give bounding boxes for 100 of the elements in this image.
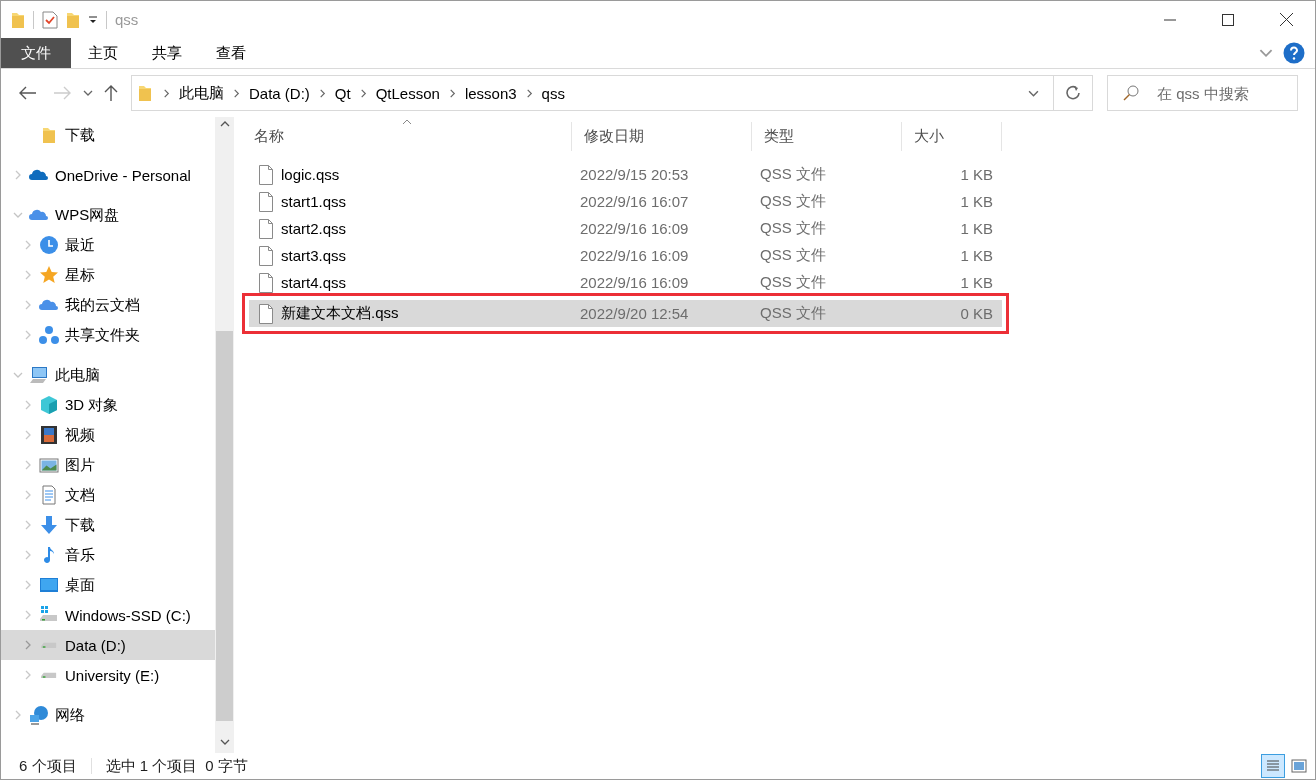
chevron-icon[interactable] <box>317 88 327 98</box>
expander-icon[interactable] <box>23 400 33 410</box>
network-icon <box>29 705 49 725</box>
sidebar-item[interactable]: 网络 <box>1 700 215 730</box>
expander-icon[interactable] <box>13 170 23 180</box>
file-size: 1 KB <box>959 166 994 183</box>
breadcrumb[interactable]: QtLesson <box>371 76 444 110</box>
picture-icon <box>39 455 59 475</box>
expander-icon[interactable] <box>23 640 33 650</box>
expander-icon[interactable] <box>23 550 33 560</box>
clock-icon <box>39 235 59 255</box>
sidebar-item[interactable]: 下载 <box>1 120 215 150</box>
file-menu-tab[interactable]: 文件 <box>1 38 71 68</box>
sidebar-item[interactable]: 星标 <box>1 260 215 290</box>
expander-icon[interactable] <box>23 460 33 470</box>
details-view-button[interactable] <box>1261 754 1285 778</box>
search-field[interactable]: 在 qss 中搜索 <box>1107 75 1298 111</box>
date-modified: 2022/9/16 16:09 <box>579 220 690 237</box>
breadcrumb[interactable]: qss <box>537 76 569 110</box>
film-icon <box>39 425 59 445</box>
expander-icon[interactable] <box>23 240 33 250</box>
expander-icon[interactable] <box>23 490 33 500</box>
sidebar-item[interactable]: WPS网盘 <box>1 200 215 230</box>
dropdown-icon[interactable] <box>88 15 98 24</box>
file-row[interactable]: 新建文本文档.qss 2022/9/20 12:54 QSS 文件 0 KB <box>249 300 1002 327</box>
folder-icon <box>138 84 152 102</box>
file-row[interactable]: logic.qss 2022/9/15 20:53 QSS 文件 1 KB <box>249 161 1002 188</box>
column-header[interactable]: 名称 <box>242 122 572 151</box>
expander-icon[interactable] <box>23 580 33 590</box>
new-folder-icon[interactable] <box>66 10 80 29</box>
column-header[interactable]: 修改日期 <box>572 122 752 151</box>
expander-icon[interactable] <box>23 610 33 620</box>
file-row[interactable]: start2.qss 2022/9/16 16:09 QSS 文件 1 KB <box>249 215 1002 242</box>
chevron-down-icon <box>83 90 93 96</box>
window-title: qss <box>115 11 139 28</box>
breadcrumb[interactable]: Qt <box>330 76 355 110</box>
breadcrumb[interactable]: Data (D:) <box>245 76 314 110</box>
close-icon <box>1279 13 1293 26</box>
sidebar-item[interactable]: University (E:) <box>1 660 215 690</box>
breadcrumb[interactable]: lesson3 <box>460 76 521 110</box>
item-count: 6 个项目 <box>19 756 77 776</box>
breadcrumb[interactable]: 此电脑 <box>175 76 228 110</box>
expander-icon[interactable] <box>23 520 33 530</box>
file-size: 1 KB <box>959 247 994 264</box>
sidebar-item[interactable]: 文档 <box>1 480 215 510</box>
help-icon[interactable] <box>1283 42 1305 64</box>
ribbon-tab[interactable]: 共享 <box>135 38 199 68</box>
selection-size: 0 字节 <box>205 756 248 776</box>
sidebar-item[interactable]: 下载 <box>1 510 215 540</box>
scroll-down-icon[interactable] <box>219 739 230 745</box>
file-icon <box>258 245 274 266</box>
file-type: QSS 文件 <box>759 246 827 265</box>
sidebar-item[interactable]: 音乐 <box>1 540 215 570</box>
sidebar-item[interactable]: OneDrive - Personal <box>1 160 215 190</box>
ribbon-tab[interactable]: 查看 <box>199 38 263 68</box>
sidebar-item[interactable]: Data (D:) <box>1 630 215 660</box>
sidebar-item[interactable]: 视频 <box>1 420 215 450</box>
properties-icon[interactable] <box>42 10 58 29</box>
file-icon <box>258 218 274 239</box>
sidebar-item[interactable]: 此电脑 <box>1 360 215 390</box>
file-icon <box>258 272 274 293</box>
chevron-icon[interactable] <box>447 88 457 98</box>
file-row[interactable]: start1.qss 2022/9/16 16:07 QSS 文件 1 KB <box>249 188 1002 215</box>
sidebar-item[interactable]: 最近 <box>1 230 215 260</box>
sidebar-item[interactable]: 图片 <box>1 450 215 480</box>
expander-icon[interactable] <box>23 670 33 680</box>
scrollbar[interactable] <box>215 117 234 753</box>
share-icon <box>39 325 59 345</box>
minimize-icon <box>1164 18 1176 21</box>
date-modified: 2022/9/16 16:09 <box>579 274 690 291</box>
sidebar-item[interactable]: 桌面 <box>1 570 215 600</box>
sidebar-item[interactable]: Windows-SSD (C:) <box>1 600 215 630</box>
expander-icon[interactable] <box>23 330 33 340</box>
file-row[interactable]: start4.qss 2022/9/16 16:09 QSS 文件 1 KB <box>249 269 1002 296</box>
thumbnail-icon <box>1291 759 1307 773</box>
expander-icon[interactable] <box>23 270 33 280</box>
expander-icon[interactable] <box>13 710 23 720</box>
expander-icon[interactable] <box>23 430 33 440</box>
ribbon-tab[interactable]: 主页 <box>71 38 135 68</box>
sidebar-item[interactable]: 3D 对象 <box>1 390 215 420</box>
file-type: QSS 文件 <box>759 273 827 292</box>
list-icon <box>1266 759 1280 773</box>
sort-caret-icon <box>401 119 412 125</box>
file-row[interactable]: start3.qss 2022/9/16 16:09 QSS 文件 1 KB <box>249 242 1002 269</box>
chevron-icon[interactable] <box>162 88 171 98</box>
chevron-icon[interactable] <box>232 88 241 98</box>
expander-icon[interactable] <box>23 300 33 310</box>
chevron-icon[interactable] <box>524 88 534 98</box>
back-arrow-icon <box>19 86 37 100</box>
column-header[interactable]: 类型 <box>752 122 902 151</box>
date-modified: 2022/9/16 16:07 <box>579 193 690 210</box>
sidebar-item[interactable]: 我的云文档 <box>1 290 215 320</box>
chevron-icon[interactable] <box>358 88 368 98</box>
expander-icon[interactable] <box>13 210 23 220</box>
sidebar-item[interactable]: 共享文件夹 <box>1 320 215 350</box>
file-icon <box>258 191 274 212</box>
scroll-up-icon[interactable] <box>219 121 230 127</box>
address-bar[interactable]: 此电脑 Data (D:) Qt QtLesson lesson3 qss <box>131 75 1093 111</box>
expander-icon[interactable] <box>13 370 23 380</box>
column-header[interactable]: 大小 <box>902 122 1002 151</box>
